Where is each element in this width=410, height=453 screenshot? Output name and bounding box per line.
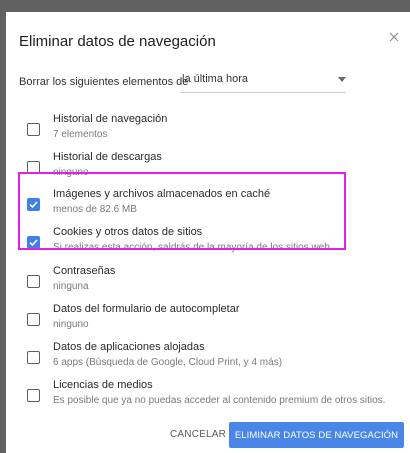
cancel-button[interactable]: CANCELAR xyxy=(170,429,226,440)
dropdown-arrow-icon xyxy=(338,77,346,82)
checkbox-unchecked[interactable] xyxy=(27,389,40,402)
item-title: Historial de descargas xyxy=(53,151,162,163)
item-title: Imágenes y archivos almacenados en caché xyxy=(53,188,271,200)
list-item[interactable]: Datos de aplicaciones alojadas 6 apps (Bú… xyxy=(6,338,410,374)
item-title: Datos del formulario de autocompletar xyxy=(53,303,240,315)
clear-data-button[interactable]: ELIMINAR DATOS DE NAVEGACIÓN xyxy=(229,422,404,448)
time-range-value: la última hora xyxy=(182,73,249,85)
dialog-title: Eliminar datos de navegación xyxy=(19,33,216,50)
list-item[interactable]: Licencias de medios Es posible que ya no … xyxy=(6,376,410,412)
list-item[interactable]: Imágenes y archivos almacenados en caché… xyxy=(6,185,410,221)
item-subtitle: 6 apps (Búsqueda de Google, Cloud Print,… xyxy=(53,357,283,368)
checkbox-unchecked[interactable] xyxy=(27,161,40,174)
time-range-select[interactable]: la última hora xyxy=(180,68,346,93)
item-subtitle: 7 elementos xyxy=(53,129,108,140)
checkbox-unchecked[interactable] xyxy=(27,313,40,326)
item-subtitle: menos de 82.6 MB xyxy=(53,204,137,215)
list-item[interactable]: Cookies y otros datos de sitios Si realiz… xyxy=(6,223,410,259)
time-range-label: Borrar los siguientes elementos de xyxy=(19,76,189,88)
checkbox-checked[interactable] xyxy=(27,236,40,249)
list-item[interactable]: Historial de descargas ninguno xyxy=(6,148,410,184)
item-subtitle: ninguna xyxy=(53,281,89,292)
checkmark-icon xyxy=(29,201,38,209)
item-subtitle: Es posible que ya no puedas acceder al c… xyxy=(53,395,386,406)
item-title: Historial de navegación xyxy=(53,113,168,125)
close-icon[interactable] xyxy=(386,29,402,45)
checkbox-unchecked[interactable] xyxy=(27,123,40,136)
checkbox-checked[interactable] xyxy=(27,198,40,211)
item-title: Cookies y otros datos de sitios xyxy=(53,226,203,238)
item-subtitle: ninguno xyxy=(53,319,89,330)
list-item[interactable]: Datos del formulario de autocompletar nin… xyxy=(6,300,410,336)
time-range-row: Borrar los siguientes elementos de xyxy=(19,72,188,92)
checkbox-unchecked[interactable] xyxy=(27,351,40,364)
checkbox-unchecked[interactable] xyxy=(27,275,40,288)
item-subtitle: Si realizas esta acción, saldrás de la m… xyxy=(53,242,333,253)
item-title: Licencias de medios xyxy=(53,379,153,391)
item-title: Contraseñas xyxy=(53,265,116,277)
checkmark-icon xyxy=(29,239,38,247)
clear-browsing-data-dialog: Eliminar datos de navegación Borrar los … xyxy=(6,12,410,453)
list-item[interactable]: Contraseñas ninguna xyxy=(6,262,410,298)
item-title: Datos de aplicaciones alojadas xyxy=(53,341,205,353)
item-subtitle: ninguno xyxy=(53,167,89,178)
list-item[interactable]: Historial de navegación 7 elementos xyxy=(6,110,410,146)
